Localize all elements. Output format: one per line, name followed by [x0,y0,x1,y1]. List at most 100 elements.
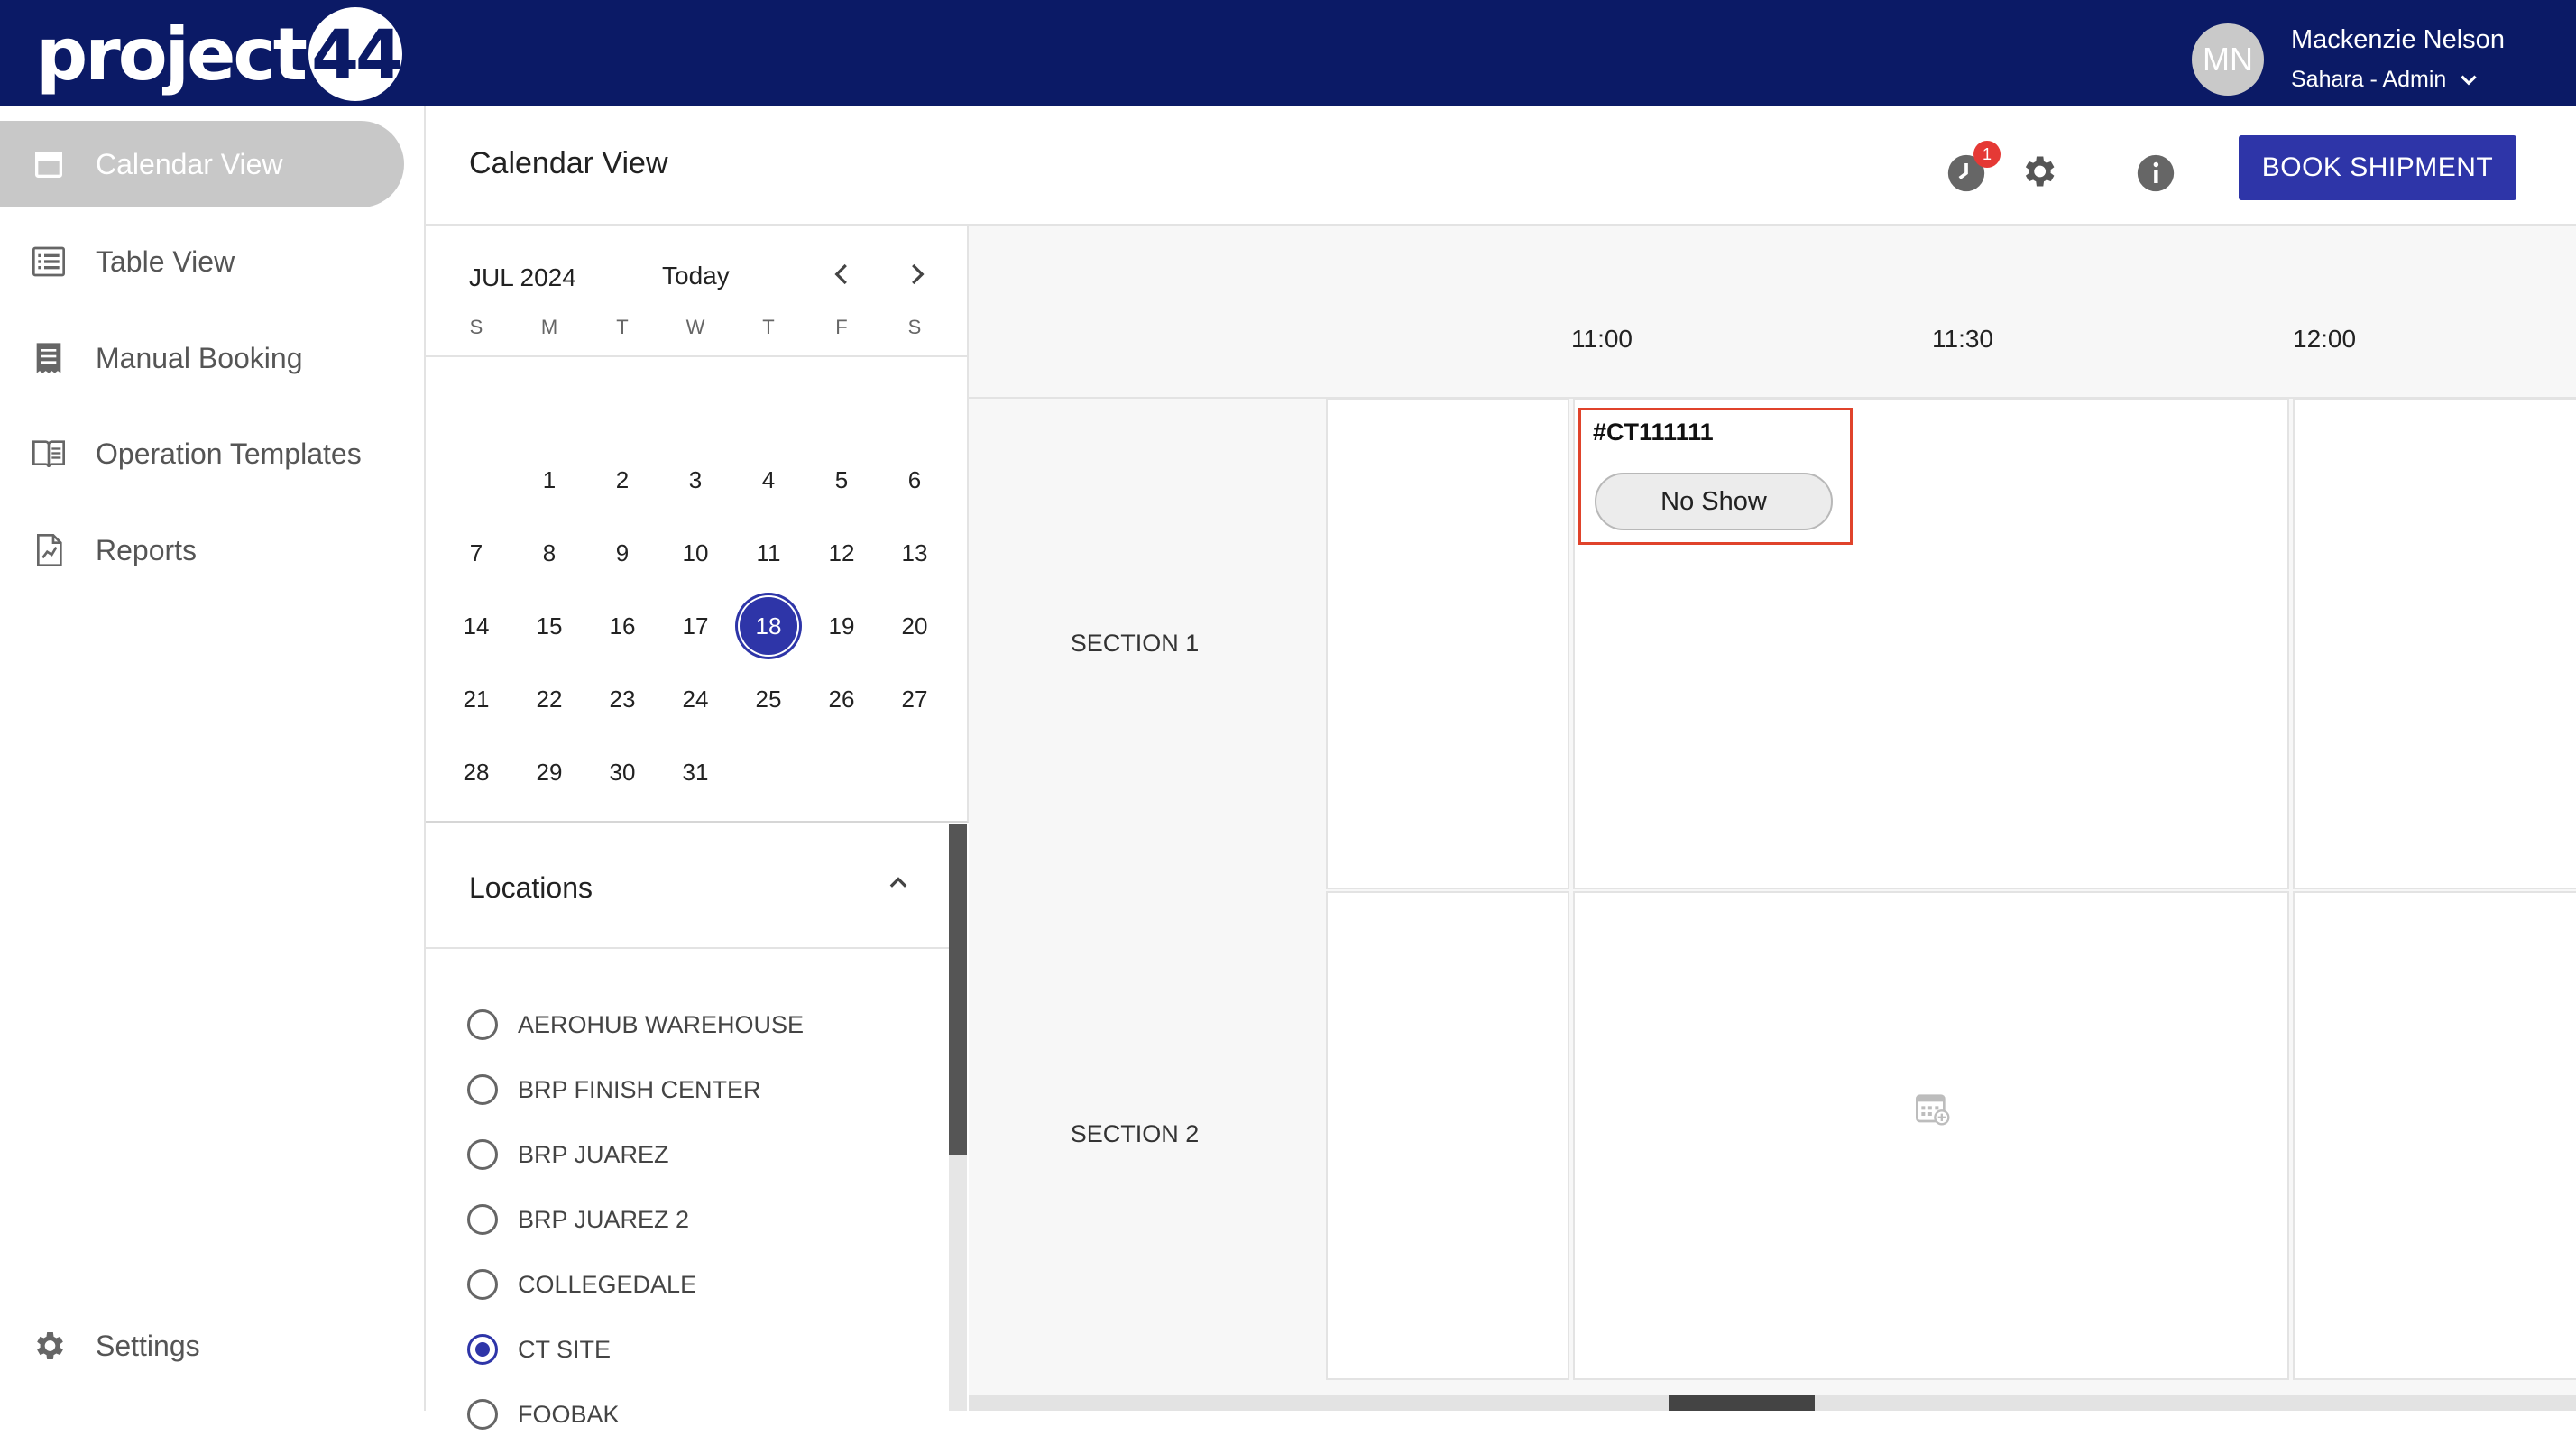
radio-unchecked-icon[interactable] [467,1074,498,1105]
calendar-day[interactable]: 24 [661,665,730,733]
location-option[interactable]: CT SITE [467,1328,611,1371]
calendar-day[interactable]: 7 [442,519,511,587]
location-label: COLLEGEDALE [518,1270,697,1298]
book-shipment-button[interactable]: BOOK SHIPMENT [2239,135,2516,200]
locations-collapse-button[interactable] [880,864,916,900]
sidebar-item-label: Calendar View [96,147,283,180]
section-label: SECTION 1 [1070,630,1200,657]
calendar-day[interactable]: 14 [442,592,511,660]
locations-scrollbar-thumb[interactable] [949,824,967,1155]
calendar-day[interactable]: 8 [515,519,584,587]
sidebar-item-table-view[interactable]: Table View [0,218,404,305]
time-label: 11:00 [1571,325,1633,353]
radio-unchecked-icon[interactable] [467,1399,498,1430]
today-button[interactable]: Today [662,262,730,290]
chevron-right-icon [912,263,925,285]
calendar-day[interactable]: 2 [588,446,657,514]
calendar-day[interactable]: 9 [588,519,657,587]
sidebar-item-calendar-view[interactable]: Calendar View [0,121,404,207]
calendar-day[interactable]: 10 [661,519,730,587]
location-option[interactable]: COLLEGEDALE [467,1263,696,1306]
logo-text: project [36,12,308,97]
calendar-day[interactable]: 21 [442,665,511,733]
calendar-day[interactable]: 27 [880,665,949,733]
org-role-label: Sahara - Admin [2291,67,2447,92]
time-label: 12:00 [2293,325,2357,353]
location-label: AEROHUB WAREHOUSE [518,1010,805,1038]
weekday-divider [426,355,967,357]
calendar-day[interactable]: 22 [515,665,584,733]
locations-divider [426,947,949,949]
calendar-day[interactable]: 29 [515,738,584,806]
calendar-day[interactable]: 6 [880,446,949,514]
calendar-day[interactable]: 30 [588,738,657,806]
calendar-day[interactable]: 13 [880,519,949,587]
weekday-label: F [835,316,848,338]
radio-unchecked-icon[interactable] [467,1009,498,1040]
slot-cell[interactable] [1573,891,2289,1380]
settings-button[interactable] [2019,152,2058,191]
sidebar-item-reports[interactable]: Reports [0,507,404,594]
calendar-icon [31,146,67,182]
slot-cell[interactable] [2293,891,2576,1380]
weekday-label: S [469,316,483,338]
location-option[interactable]: FOOBAK [467,1393,620,1436]
weekday-label: T [616,316,629,338]
no-show-status-button[interactable]: No Show [1595,473,1833,530]
report-icon [31,532,67,568]
calendar-day[interactable]: 12 [807,519,876,587]
logo[interactable]: project 44 [36,5,403,103]
calendar-day[interactable]: 31 [661,738,730,806]
location-label: BRP JUAREZ [518,1140,669,1168]
chevron-up-icon [889,877,907,888]
previous-month-button[interactable] [824,256,860,292]
info-button[interactable] [2136,153,2176,193]
avatar[interactable]: MN [2192,23,2264,96]
sidebar-item-operation-templates[interactable]: Operation Templates [0,410,404,497]
calendar-day[interactable]: 20 [880,592,949,660]
calendar-day[interactable]: 16 [588,592,657,660]
calendar-day[interactable]: 17 [661,592,730,660]
list-icon [31,244,67,280]
calendar-day[interactable]: 3 [661,446,730,514]
next-month-button[interactable] [898,256,934,292]
sidebar-item-label: Table View [96,244,235,278]
weekday-label: M [540,316,558,338]
time-header [969,226,2576,399]
user-name: Mackenzie Nelson [2291,25,2505,54]
weekday-label: T [762,316,775,338]
page-title: Calendar View [469,146,668,180]
chevron-left-icon [834,263,847,285]
calendar-day[interactable]: 1 [515,446,584,514]
calendar-day[interactable]: 15 [515,592,584,660]
location-label: BRP FINISH CENTER [518,1075,761,1103]
sidebar-item-label: Reports [96,533,198,566]
schedule-scrollbar-thumb[interactable] [1669,1395,1815,1411]
radio-checked-icon[interactable] [467,1334,498,1365]
radio-unchecked-icon[interactable] [467,1269,498,1300]
calendar-day[interactable]: 23 [588,665,657,733]
sidebar-item-settings[interactable]: Settings [0,1303,404,1389]
slot-cell[interactable] [1326,891,1569,1380]
calendar-day[interactable]: 28 [442,738,511,806]
sidebar-item-manual-booking[interactable]: Manual Booking [0,315,404,401]
slot-cell[interactable] [1326,399,1569,889]
calendar-day[interactable]: 26 [807,665,876,733]
time-label: 11:30 [1932,325,1993,353]
calendar-day[interactable]: 11 [734,519,803,587]
selected-date[interactable]: 18 [738,595,799,657]
location-option[interactable]: BRP FINISH CENTER [467,1068,761,1111]
location-option[interactable]: AEROHUB WAREHOUSE [467,1003,804,1046]
calendar-day[interactable]: 19 [807,592,876,660]
calendar-day[interactable]: 4 [734,446,803,514]
add-appointment-icon[interactable] [1914,1090,1950,1126]
calendar-day[interactable]: 25 [734,665,803,733]
radio-unchecked-icon[interactable] [467,1204,498,1235]
location-option[interactable]: BRP JUAREZ 2 [467,1198,689,1241]
calendar-day[interactable]: 5 [807,446,876,514]
radio-unchecked-icon[interactable] [467,1139,498,1170]
slot-cell[interactable] [2293,399,2576,889]
location-option[interactable]: BRP JUAREZ [467,1133,669,1176]
org-role-dropdown[interactable]: Sahara - Admin [2291,67,2480,93]
sidebar-item-label: Settings [96,1329,200,1362]
